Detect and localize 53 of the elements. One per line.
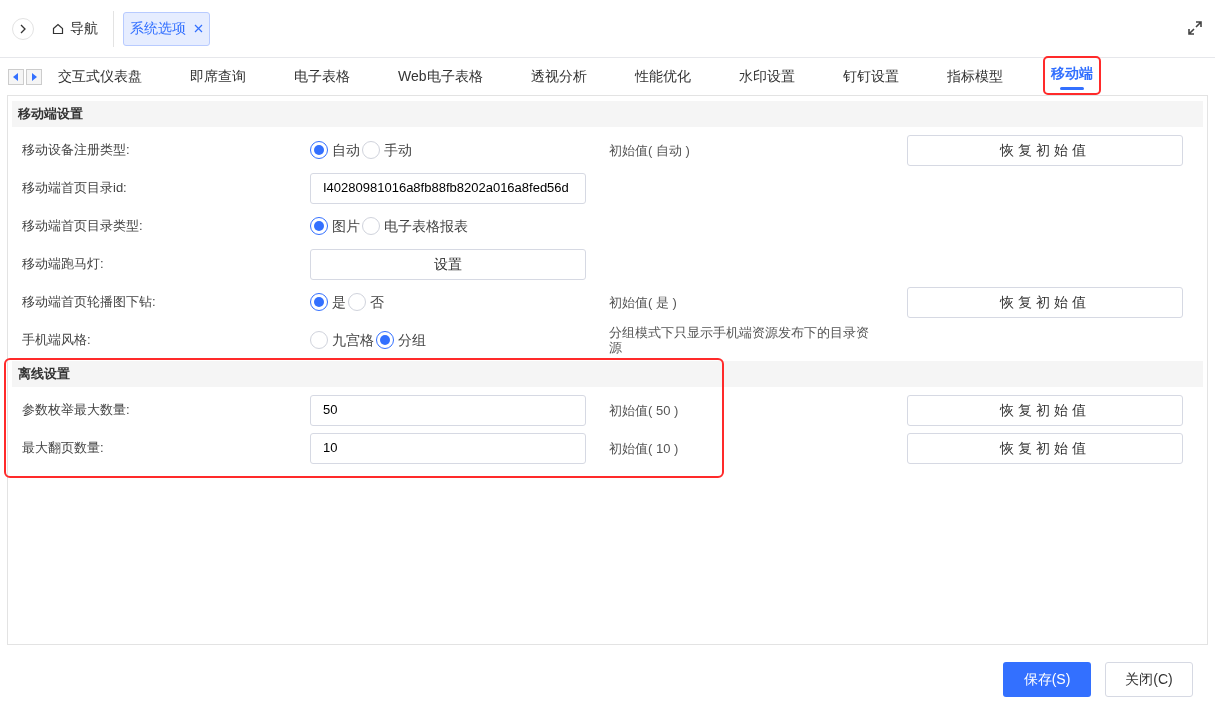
field-label: 移动端首页轮播图下钻: bbox=[21, 293, 157, 312]
settings-tab[interactable]: 钉钉设置 bbox=[842, 59, 899, 94]
save-button[interactable]: 保存(S) bbox=[1003, 662, 1091, 697]
radio-label: 分组 bbox=[398, 330, 426, 350]
settings-tab[interactable]: 移动端 bbox=[1050, 59, 1093, 94]
input-field[interactable]: I40280981016a8fb88fb8202a016a8fed56d bbox=[310, 172, 586, 204]
field-label: 移动端首页目录id: bbox=[21, 179, 128, 198]
radio-label: 电子表格报表 bbox=[384, 216, 468, 236]
initial-value-text: 初始值( 50 ) bbox=[609, 403, 679, 418]
restore-default-button[interactable]: 恢复初始值 bbox=[907, 134, 1183, 166]
home-icon bbox=[52, 22, 64, 35]
section-header: 离线设置 bbox=[12, 361, 1203, 387]
settings-tab[interactable]: 即席查询 bbox=[190, 59, 246, 94]
note-text: 分组模式下只显示手机端资源发布下的目录资源 bbox=[609, 325, 870, 355]
radio-label: 是 bbox=[332, 292, 346, 312]
radio-label: 图片 bbox=[332, 216, 360, 236]
field-label: 参数枚举最大数量: bbox=[21, 401, 131, 420]
settings-button[interactable]: 设置 bbox=[310, 248, 586, 280]
settings-tab[interactable]: 交互式仪表盘 bbox=[58, 59, 142, 94]
input-field[interactable]: 10 bbox=[310, 432, 586, 464]
radio-label: 手动 bbox=[384, 140, 412, 160]
maximize-icon[interactable] bbox=[1187, 19, 1203, 36]
initial-value-text: 初始值( 自动 ) bbox=[609, 143, 690, 158]
settings-tab[interactable]: Web电子表格 bbox=[398, 59, 483, 94]
input-field[interactable]: 50 bbox=[310, 394, 586, 426]
scroll-right-button[interactable] bbox=[26, 68, 42, 85]
section-header: 移动端设置 bbox=[12, 101, 1203, 127]
settings-tab[interactable]: 水印设置 bbox=[738, 59, 795, 94]
restore-default-button[interactable]: 恢复初始值 bbox=[907, 394, 1183, 426]
radio-label: 否 bbox=[370, 292, 384, 312]
chevron-right-icon bbox=[19, 23, 27, 34]
initial-value-text: 初始值( 是 ) bbox=[609, 295, 677, 310]
close-icon bbox=[194, 24, 203, 33]
triangle-right-icon bbox=[31, 72, 37, 81]
restore-default-button[interactable]: 恢复初始值 bbox=[907, 286, 1183, 318]
open-page-tab[interactable]: 系统选项 bbox=[123, 11, 210, 46]
field-label: 移动端首页目录类型: bbox=[21, 217, 144, 236]
field-label: 手机端风格: bbox=[21, 331, 92, 350]
close-button[interactable]: 关闭(C) bbox=[1105, 662, 1193, 697]
triangle-left-icon bbox=[13, 72, 19, 81]
radio-label: 自动 bbox=[332, 140, 360, 160]
field-label: 最大翻页数量: bbox=[21, 439, 105, 458]
nav-link[interactable]: 导航 bbox=[52, 18, 98, 39]
restore-default-button[interactable]: 恢复初始值 bbox=[907, 432, 1183, 464]
field-label: 移动设备注册类型: bbox=[21, 141, 131, 160]
settings-tab[interactable]: 电子表格 bbox=[294, 59, 350, 94]
radio-label: 九宫格 bbox=[332, 330, 374, 350]
settings-tab[interactable]: 指标模型 bbox=[946, 59, 1003, 94]
settings-tab[interactable]: 透视分析 bbox=[530, 59, 587, 94]
field-label: 移动端跑马灯: bbox=[21, 255, 105, 274]
scroll-left-button[interactable] bbox=[8, 68, 24, 85]
initial-value-text: 初始值( 10 ) bbox=[609, 441, 679, 456]
settings-tab[interactable]: 性能优化 bbox=[634, 59, 691, 94]
